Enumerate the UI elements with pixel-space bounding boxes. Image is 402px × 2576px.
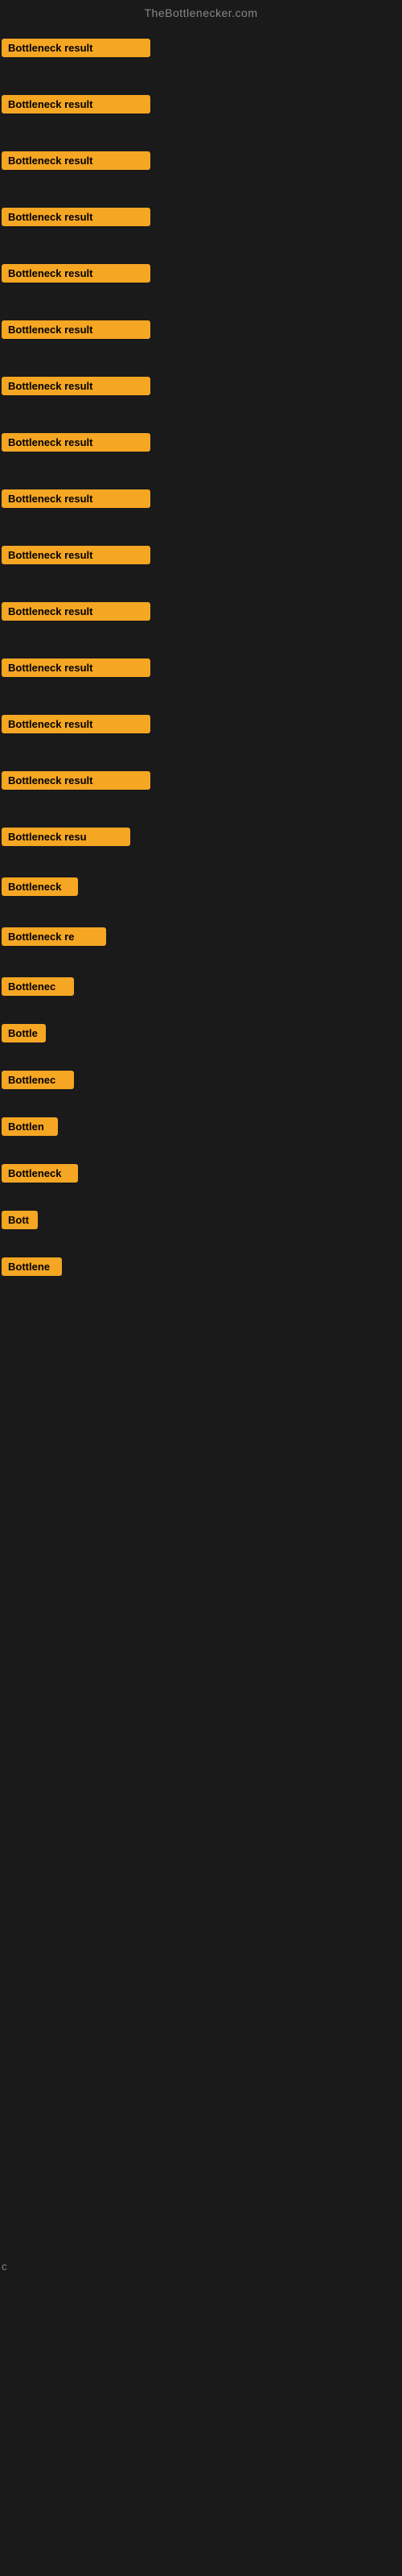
list-item: Bottleneck result: [2, 705, 400, 762]
bottleneck-badge[interactable]: Bottlenec: [2, 977, 74, 996]
bottleneck-badge[interactable]: Bottleneck result: [2, 658, 150, 677]
list-item: Bottle: [2, 1014, 400, 1061]
list-item: Bottleneck result: [2, 311, 400, 367]
list-item: Bottleneck re: [2, 918, 400, 968]
list-item: Bottleneck result: [2, 649, 400, 705]
bottleneck-badge[interactable]: Bottleneck result: [2, 715, 150, 733]
items-container: Bottleneck result Bottleneck result Bottle…: [0, 29, 402, 1294]
bottleneck-badge[interactable]: Bottleneck result: [2, 95, 150, 114]
site-header: TheBottlenecker.com: [0, 0, 402, 29]
list-item: Bottleneck result: [2, 254, 400, 311]
bottleneck-badge[interactable]: Bottlene: [2, 1257, 62, 1276]
bottleneck-badge[interactable]: Bottlenec: [2, 1071, 74, 1089]
site-title: TheBottlenecker.com: [144, 6, 257, 19]
bottleneck-badge[interactable]: Bottleneck result: [2, 602, 150, 621]
bottleneck-badge[interactable]: Bottleneck result: [2, 320, 150, 339]
bottleneck-badge[interactable]: Bottleneck result: [2, 151, 150, 170]
list-item: Bottleneck result: [2, 29, 400, 85]
list-item: Bottleneck result: [2, 142, 400, 198]
list-item: Bottleneck result: [2, 592, 400, 649]
list-item: Bottlenec: [2, 968, 400, 1014]
list-item: Bott: [2, 1201, 400, 1248]
list-item: Bottleneck result: [2, 198, 400, 254]
list-item: Bottlen: [2, 1108, 400, 1154]
bottleneck-badge[interactable]: Bottleneck: [2, 1164, 78, 1183]
list-item: Bottleneck resu: [2, 818, 400, 868]
list-item: Bottleneck: [2, 868, 400, 918]
bottleneck-badge[interactable]: Bottleneck resu: [2, 828, 130, 846]
bottleneck-badge[interactable]: Bottleneck re: [2, 927, 106, 946]
bottleneck-badge[interactable]: Bott: [2, 1211, 38, 1229]
bottleneck-badge[interactable]: Bottleneck result: [2, 264, 150, 283]
bottleneck-badge[interactable]: Bottle: [2, 1024, 46, 1042]
list-item: Bottleneck result: [2, 367, 400, 423]
list-item: Bottleneck: [2, 1154, 400, 1201]
bottleneck-badge[interactable]: Bottleneck result: [2, 208, 150, 226]
bottleneck-badge[interactable]: Bottleneck result: [2, 39, 150, 57]
bottleneck-badge[interactable]: Bottleneck result: [2, 489, 150, 508]
footer-char: c: [2, 2260, 402, 2273]
list-item: Bottleneck result: [2, 423, 400, 480]
bottleneck-badge[interactable]: Bottleneck: [2, 877, 78, 896]
bottleneck-badge[interactable]: Bottlen: [2, 1117, 58, 1136]
bottleneck-badge[interactable]: Bottleneck result: [2, 377, 150, 395]
bottleneck-badge[interactable]: Bottleneck result: [2, 546, 150, 564]
list-item: Bottleneck result: [2, 480, 400, 536]
list-item: Bottleneck result: [2, 85, 400, 142]
list-item: Bottlenec: [2, 1061, 400, 1108]
list-item: Bottleneck result: [2, 536, 400, 592]
list-item: Bottlene: [2, 1248, 400, 1294]
bottleneck-badge[interactable]: Bottleneck result: [2, 433, 150, 452]
list-item: Bottleneck result: [2, 762, 400, 818]
bottleneck-badge[interactable]: Bottleneck result: [2, 771, 150, 790]
